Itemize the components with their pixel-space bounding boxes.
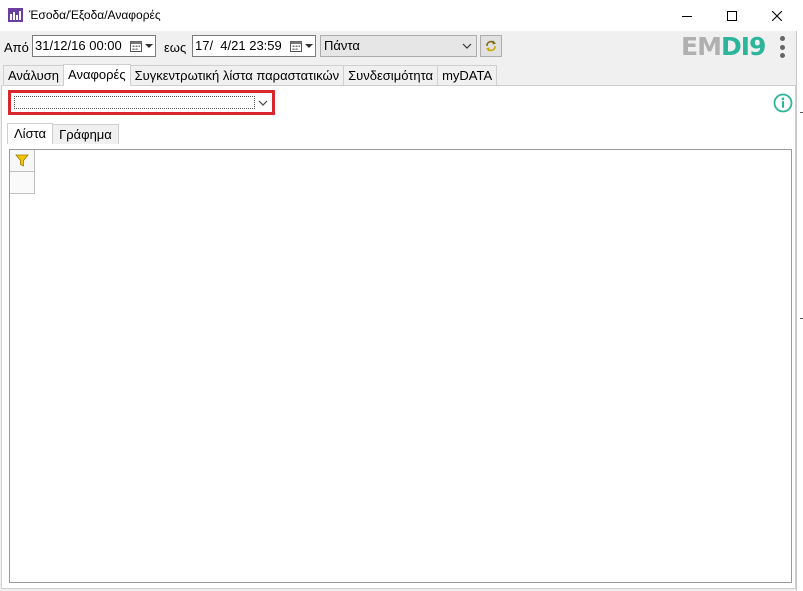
emdi9-logo: EMDI9 [681,32,766,61]
filter-icon [15,154,29,167]
tab-chart[interactable]: Γράφημα [52,124,119,144]
main-tabs: Ανάλυση Αναφορές Συγκεντρωτική λίστα παρ… [3,64,498,86]
close-button[interactable] [754,0,800,31]
calendar-icon[interactable] [129,39,143,53]
maximize-button[interactable] [709,0,755,31]
date-filter-bar: Από 31/12/16 00:00 εως 17/ 4/21 23:59 Πά… [0,33,797,60]
tab-list[interactable]: Λίστα [7,123,54,144]
info-icon[interactable] [773,93,793,113]
tab-mydata[interactable]: myDATA [437,65,498,86]
chevron-down-icon [462,43,472,49]
reports-panel: Λίστα Γράφημα [1,85,796,589]
title-bar: Έσοδα/Έξοδα/Αναφορές [0,0,797,31]
to-date-input[interactable]: 17/ 4/21 23:59 [192,35,316,57]
report-select[interactable] [8,90,275,115]
chevron-down-icon[interactable] [145,44,153,48]
tab-analysis[interactable]: Ανάλυση [3,65,65,86]
grid-filter-corner[interactable] [10,150,35,172]
calendar-icon[interactable] [289,39,303,53]
from-date-value: 31/12/16 00:00 [35,38,122,53]
tab-reports[interactable]: Αναφορές [63,64,131,86]
chevron-down-icon[interactable] [305,44,313,48]
refresh-icon [486,40,496,52]
maximize-icon [727,10,737,21]
minimize-icon [682,15,692,17]
main-window: Έσοδα/Έξοδα/Αναφορές Από 31/12/16 00:00 … [0,0,797,591]
close-icon [772,10,782,21]
window-title: Έσοδα/Έξοδα/Αναφορές [29,8,161,22]
period-select[interactable]: Πάντα [320,35,477,57]
refresh-button[interactable] [480,35,502,57]
from-label: Από [4,40,29,55]
view-tabs: Λίστα Γράφημα [7,123,119,144]
tab-connectivity[interactable]: Συνδεσιμότητα [343,65,439,86]
period-value: Πάντα [324,38,360,53]
report-select-field[interactable] [14,96,255,109]
more-vertical-icon[interactable] [775,34,789,60]
from-date-input[interactable]: 31/12/16 00:00 [32,35,156,57]
to-label: εως [164,40,187,55]
report-grid[interactable] [9,149,792,583]
grid-row-header[interactable] [10,172,35,194]
chevron-down-icon [258,100,268,106]
to-date-value: 17/ 4/21 23:59 [195,38,282,53]
minimize-button[interactable] [664,0,710,31]
app-icon [8,8,23,22]
tab-summary-list[interactable]: Συγκεντρωτική λίστα παραστατικών [129,65,345,86]
